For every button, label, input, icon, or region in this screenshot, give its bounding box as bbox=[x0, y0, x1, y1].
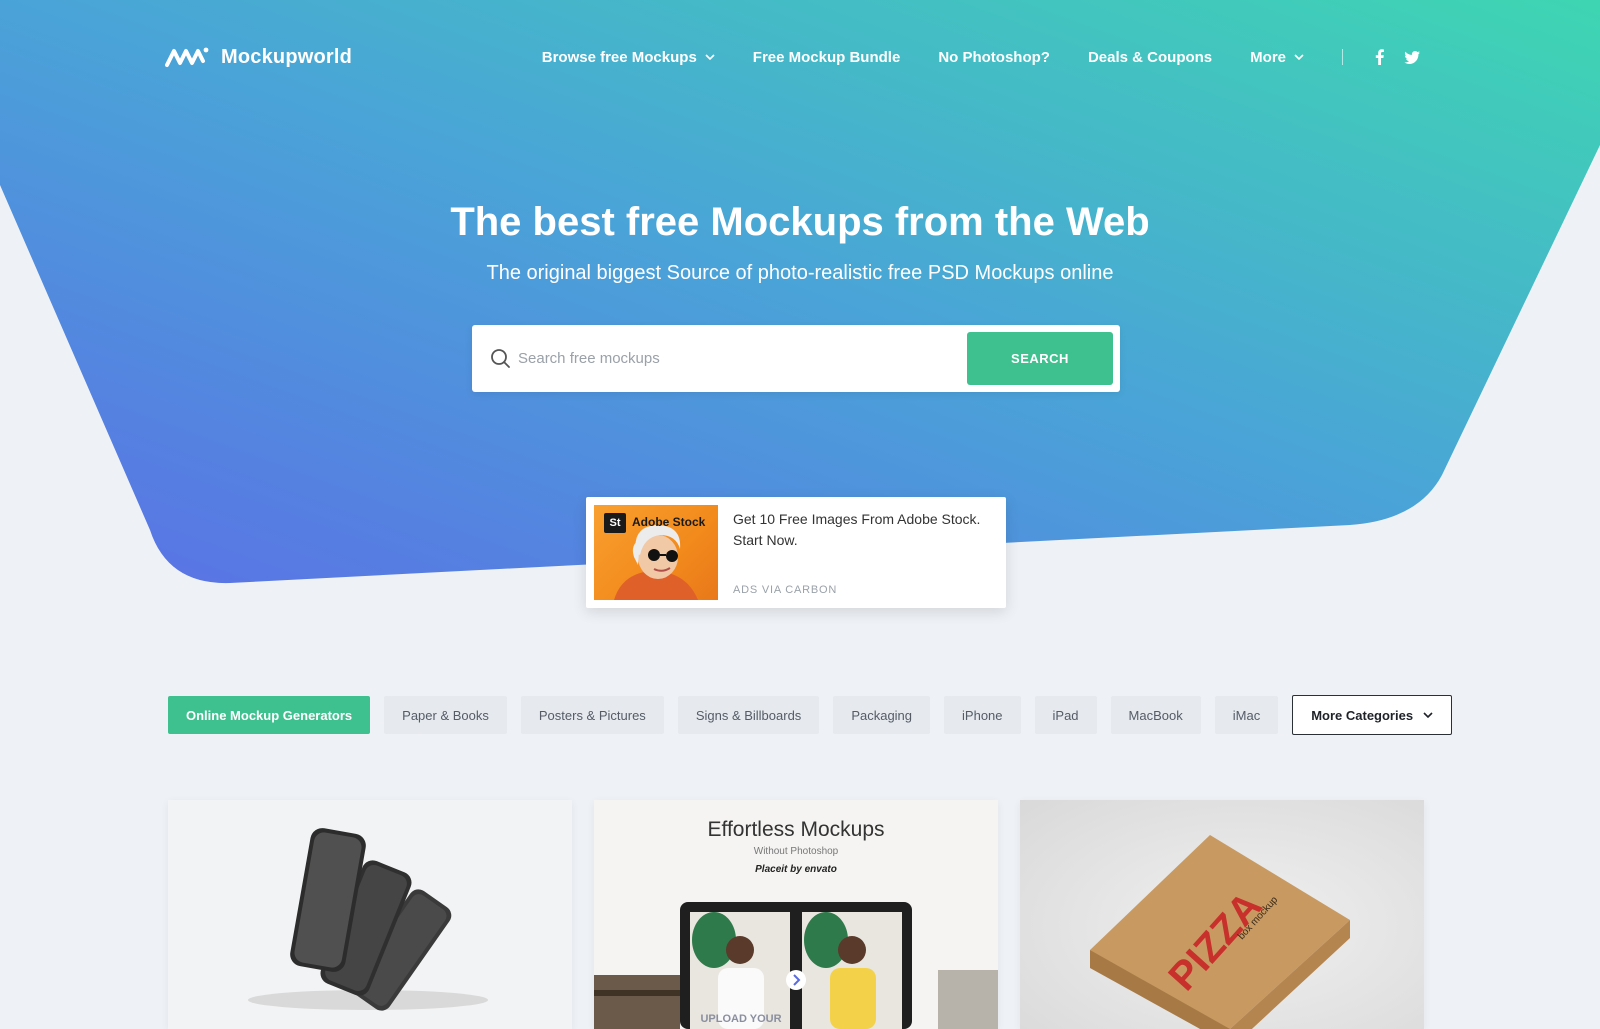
nav-no-photoshop[interactable]: No Photoshop? bbox=[938, 49, 1050, 66]
adobe-stock-badge: St bbox=[604, 513, 626, 533]
category-pill-macbook[interactable]: MacBook bbox=[1110, 696, 1201, 734]
mockupworld-logo-icon bbox=[165, 47, 209, 67]
category-pill-iphone[interactable]: iPhone bbox=[944, 696, 1021, 734]
search-button[interactable]: SEARCH bbox=[967, 332, 1113, 385]
phones-mockup-image bbox=[248, 828, 488, 1011]
ad-via-link[interactable]: ADS VIA CARBON bbox=[733, 584, 837, 596]
ad-text[interactable]: Get 10 Free Images From Adobe Stock. Sta… bbox=[733, 509, 995, 551]
logo[interactable]: Mockupworld bbox=[165, 46, 352, 69]
nav-label: Deals & Coupons bbox=[1087, 48, 1213, 66]
placeit-preview-image: UPLOAD YOUR bbox=[594, 902, 998, 1029]
social-links bbox=[1375, 49, 1420, 65]
ad-image[interactable]: St Adobe Stock bbox=[594, 505, 718, 600]
category-filter-bar: Online Mockup Generators Paper & Books P… bbox=[168, 695, 1453, 735]
chevron-down-icon bbox=[1294, 54, 1304, 60]
nav-divider bbox=[1342, 49, 1343, 65]
mockup-grid: Effortless Mockups Without Photoshop Pla… bbox=[168, 800, 1426, 1029]
nav-browse-free-mockups[interactable]: Browse free Mockups bbox=[542, 49, 715, 66]
nav-deals-coupons[interactable]: Deals & Coupons bbox=[1088, 49, 1212, 66]
carbon-ad[interactable]: St Adobe Stock Get 10 Free Images From A… bbox=[586, 497, 1006, 608]
more-categories-label: More Categories bbox=[1311, 707, 1414, 723]
category-pill-packaging[interactable]: Packaging bbox=[833, 696, 931, 734]
mockup-card[interactable] bbox=[168, 800, 572, 1029]
category-pill-paper-books[interactable]: Paper & Books bbox=[384, 696, 507, 734]
nav-label: Browse free Mockups bbox=[541, 48, 697, 66]
category-pill-signs-billboards[interactable]: Signs & Billboards bbox=[677, 696, 820, 734]
nav-label: No Photoshop? bbox=[938, 48, 1050, 66]
search-form: SEARCH bbox=[472, 325, 1120, 392]
category-pill-imac[interactable]: iMac bbox=[1214, 696, 1279, 734]
category-pill-posters-pictures[interactable]: Posters & Pictures bbox=[520, 696, 664, 734]
category-pill-ipad[interactable]: iPad bbox=[1034, 696, 1097, 734]
category-pill-online-mockup-generators[interactable]: Online Mockup Generators bbox=[168, 696, 371, 734]
logo-text: Mockupworld bbox=[221, 45, 353, 68]
chevron-down-icon bbox=[705, 54, 715, 60]
screen-text: UPLOAD YOUR bbox=[700, 1013, 781, 1025]
twitter-icon[interactable] bbox=[1404, 50, 1420, 64]
ad-brand: Adobe Stock bbox=[632, 515, 706, 529]
search-icon bbox=[491, 349, 510, 368]
mockup-card[interactable]: PIZZA box mockup bbox=[1020, 800, 1424, 1029]
facebook-icon[interactable] bbox=[1375, 49, 1384, 65]
nav-free-mockup-bundle[interactable]: Free Mockup Bundle bbox=[753, 49, 901, 66]
hero-subtitle: The original biggest Source of photo-rea… bbox=[486, 262, 1114, 284]
hero-title: The best free Mockups from the Web bbox=[450, 200, 1150, 244]
search-input[interactable] bbox=[518, 339, 938, 377]
site-header: Mockupworld Browse free Mockups Free Moc… bbox=[165, 38, 1420, 76]
more-categories-button[interactable]: More Categories bbox=[1292, 695, 1453, 735]
nav-label: Free Mockup Bundle bbox=[752, 48, 901, 66]
main-nav: Browse free Mockups Free Mockup Bundle N… bbox=[542, 49, 1420, 66]
mockup-card[interactable]: Effortless Mockups Without Photoshop Pla… bbox=[594, 800, 998, 1029]
pizza-box-mockup-image: PIZZA box mockup bbox=[1090, 835, 1350, 1029]
nav-more[interactable]: More bbox=[1250, 49, 1304, 66]
nav-label: More bbox=[1250, 48, 1286, 66]
chevron-down-icon bbox=[1423, 712, 1433, 718]
